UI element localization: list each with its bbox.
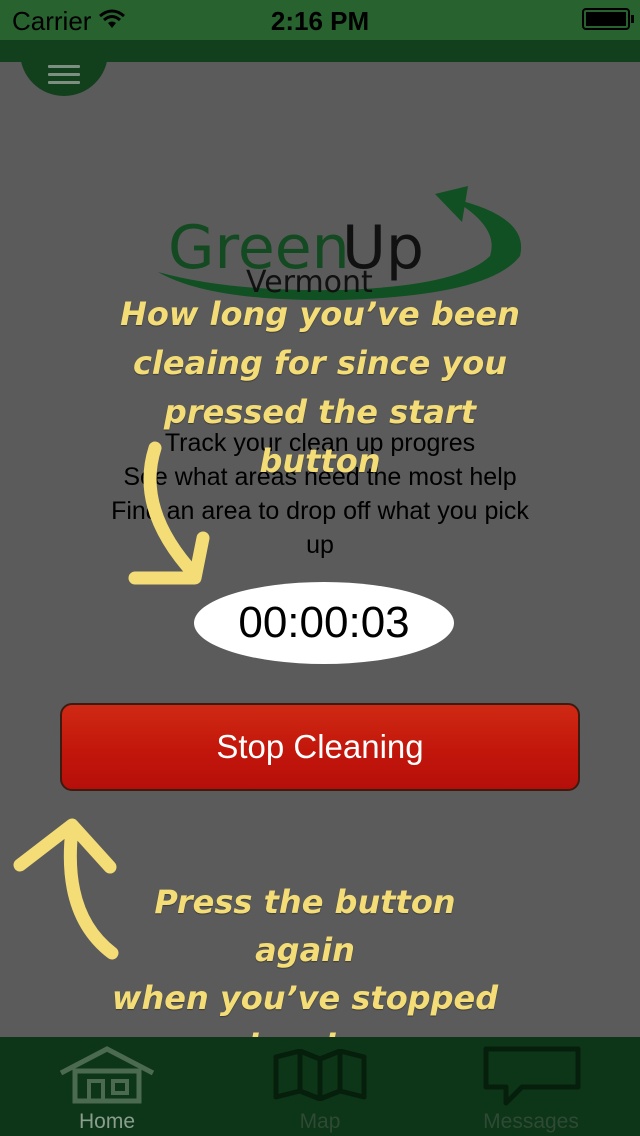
hint-line: when you’ve stopped	[111, 979, 499, 1017]
tab-bar: Home Map Messages	[0, 1037, 640, 1136]
hint-arrow-icon	[128, 441, 210, 585]
status-bar: Carrier 2:16 PM	[0, 0, 640, 40]
description-line: Find an area to drop off what you pick	[111, 497, 529, 525]
clock: 2:16 PM	[270, 6, 370, 36]
tab-map-label: Map	[299, 1110, 341, 1133]
hamburger-icon	[48, 65, 80, 68]
map-icon	[273, 1049, 367, 1101]
tab-messages[interactable]: Messages	[466, 1037, 596, 1136]
stop-cleaning-button[interactable]: Stop Cleaning	[60, 703, 580, 791]
description-line: up	[306, 531, 334, 559]
message-bubble-icon	[483, 1046, 581, 1106]
tab-map[interactable]: Map	[260, 1037, 380, 1136]
elapsed-timer: 00:00:03	[194, 582, 454, 664]
hint-line: cleaing for since you	[132, 344, 508, 382]
hint-line: Press the button again	[154, 883, 456, 969]
greenup-logo: Green Up Vermont	[158, 186, 522, 301]
menu-button[interactable]	[20, 40, 108, 96]
hint-line: How long you’ve been	[120, 295, 520, 333]
battery-icon	[582, 8, 634, 30]
tab-home-label: Home	[78, 1110, 136, 1133]
tab-messages-label: Messages	[483, 1110, 579, 1133]
home-icon	[59, 1046, 155, 1104]
tab-home[interactable]: Home	[40, 1037, 174, 1136]
